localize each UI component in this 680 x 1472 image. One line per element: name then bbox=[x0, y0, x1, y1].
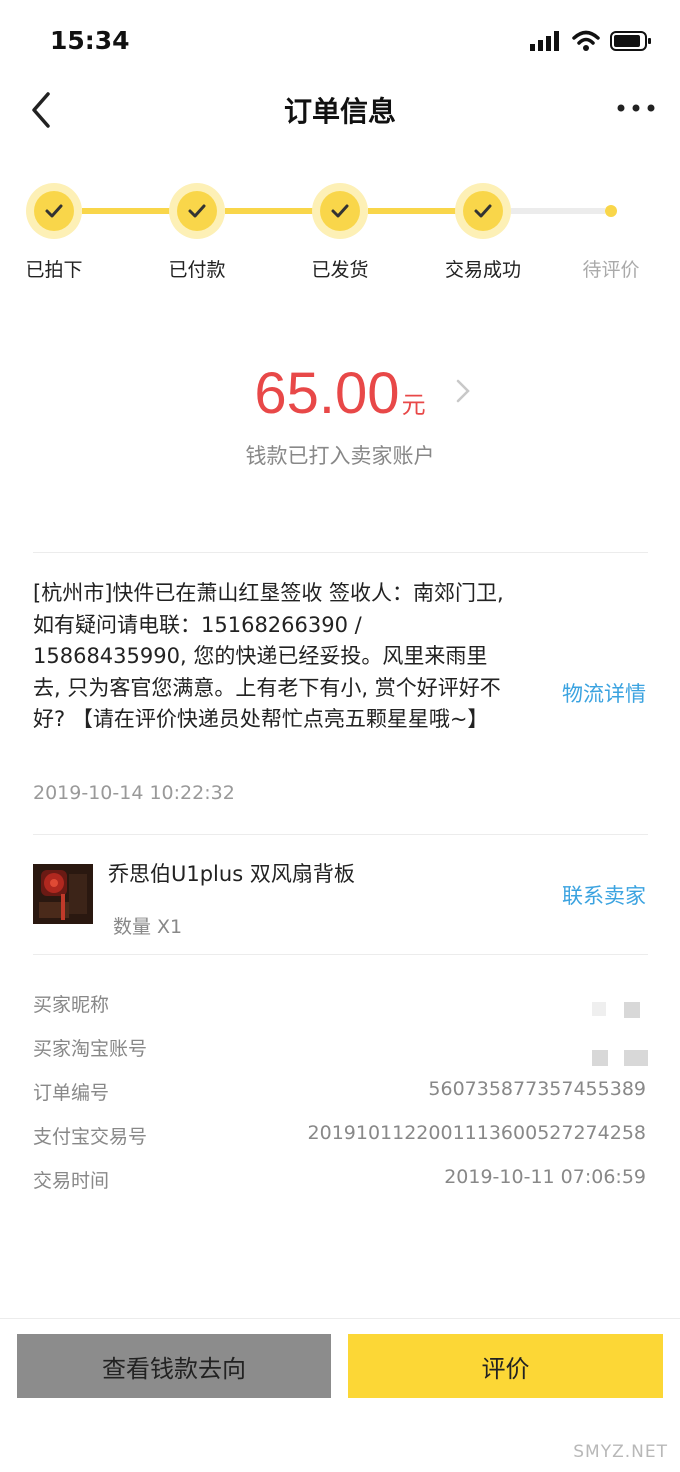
step-check-icon bbox=[455, 183, 511, 239]
step-label: 已付款 bbox=[168, 259, 226, 281]
status-time: 15:34 bbox=[50, 26, 130, 55]
step-label: 待评价 bbox=[582, 259, 640, 281]
progress-track-pending bbox=[511, 208, 605, 214]
wifi-icon bbox=[572, 30, 600, 51]
step-check-icon bbox=[312, 183, 368, 239]
order-number: 560735877357455389 bbox=[428, 1078, 646, 1100]
step-label: 已拍下 bbox=[25, 259, 83, 281]
product-name[interactable]: 乔思伯U1plus 双风扇背板 bbox=[108, 858, 355, 888]
product-quantity: 数量 X1 bbox=[113, 916, 183, 938]
info-label: 交易时间 bbox=[33, 1170, 110, 1192]
logistics-detail-link[interactable]: 物流详情 bbox=[562, 678, 646, 708]
step-label: 交易成功 bbox=[444, 259, 521, 281]
step-check-icon bbox=[26, 183, 82, 239]
step-label: 已发货 bbox=[311, 259, 369, 281]
redacted-value bbox=[592, 1002, 606, 1016]
product-thumbnail[interactable] bbox=[33, 864, 93, 924]
view-money-flow-button[interactable]: 查看钱款去向 bbox=[17, 1334, 331, 1398]
alipay-trade-number: 2019101122001113600527274258 bbox=[307, 1122, 646, 1144]
battery-icon bbox=[610, 31, 651, 51]
logistics-time: 2019-10-14 10:22:32 bbox=[33, 782, 235, 804]
divider bbox=[33, 834, 648, 835]
divider bbox=[33, 954, 648, 955]
divider bbox=[0, 1318, 680, 1319]
redacted-value bbox=[624, 1050, 648, 1066]
divider bbox=[33, 552, 648, 553]
watermark: SMYZ.NET bbox=[573, 1442, 668, 1462]
contact-seller-link[interactable]: 联系卖家 bbox=[562, 880, 646, 910]
amount-note: 钱款已打入卖家账户 bbox=[245, 444, 435, 468]
status-icons bbox=[530, 28, 652, 54]
signal-icon bbox=[530, 31, 559, 51]
step-check-icon bbox=[169, 183, 225, 239]
step-pending-dot bbox=[605, 205, 617, 217]
review-button[interactable]: 评价 bbox=[348, 1334, 663, 1398]
logistics-message: [杭州市]快件已在萧山红垦签收 签收人：南郊门卫,如有疑问请电联：1516826… bbox=[33, 581, 504, 731]
progress-track bbox=[225, 208, 313, 214]
redacted-value bbox=[624, 1002, 640, 1018]
trade-time: 2019-10-11 07:06:59 bbox=[444, 1166, 646, 1188]
info-label: 买家淘宝账号 bbox=[33, 1038, 148, 1060]
info-label: 支付宝交易号 bbox=[33, 1126, 148, 1148]
chevron-right-icon[interactable] bbox=[455, 378, 471, 404]
info-label: 订单编号 bbox=[33, 1082, 110, 1104]
info-label: 买家昵称 bbox=[33, 994, 110, 1016]
progress-track bbox=[82, 208, 170, 214]
more-dots-icon[interactable] bbox=[616, 98, 656, 118]
amount-value: 65.00 bbox=[254, 361, 400, 426]
redacted-value bbox=[592, 1050, 608, 1066]
order-amount[interactable]: 65.00元 bbox=[0, 360, 680, 427]
amount-unit: 元 bbox=[401, 391, 426, 419]
page-title: 订单信息 bbox=[283, 95, 396, 128]
progress-track bbox=[368, 208, 456, 214]
